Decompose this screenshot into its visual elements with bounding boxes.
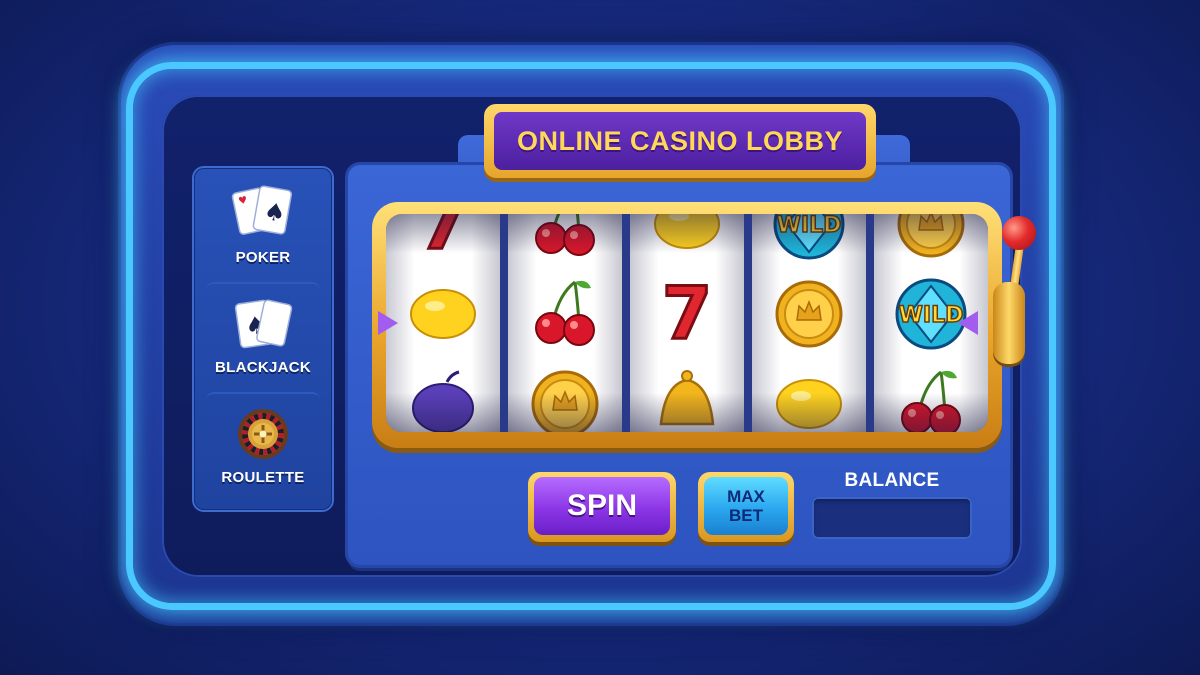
max-bet-label-line1: MAX (727, 487, 765, 506)
coin-icon (769, 272, 849, 357)
sidebar-item-label: ROULETTE (221, 469, 305, 486)
cherry-icon (891, 362, 971, 432)
lever-knob-icon[interactable] (1002, 216, 1036, 250)
svg-text:WILD: WILD (899, 303, 964, 328)
balance-display (812, 497, 972, 539)
spin-button[interactable]: SPIN (528, 472, 676, 542)
spin-button-face[interactable]: SPIN (534, 477, 670, 535)
lever-base[interactable] (993, 282, 1025, 364)
cherry-icon (525, 272, 605, 357)
lemon-icon (769, 362, 849, 432)
slot-reel-1: 7 (386, 214, 500, 432)
slot-reel-4: WILD (752, 214, 866, 432)
spin-label: SPIN (566, 489, 638, 522)
coin-icon (525, 362, 605, 432)
roulette-wheel-icon (238, 409, 288, 459)
plum-icon (403, 362, 483, 432)
sidebar-item-label: POKER (235, 249, 291, 266)
slot-reel-2 (508, 214, 622, 432)
slot-reel-3: 7 (630, 214, 744, 432)
coin-icon (891, 214, 971, 267)
page-title: ONLINE CASINO LOBBY (516, 125, 843, 156)
seven-icon: 7 (403, 214, 483, 267)
svg-text:7: 7 (662, 272, 712, 352)
balance-label: BALANCE (844, 470, 940, 491)
sidebar-item-roulette[interactable]: ROULETTE (206, 392, 320, 496)
svg-text:7: 7 (418, 214, 468, 262)
seven-icon: 7 (647, 270, 727, 357)
max-bet-label-line2: BET (729, 506, 763, 525)
max-bet-button[interactable]: MAX BET (698, 472, 794, 542)
sidebar-item-blackjack[interactable]: ♠ BLACKJACK (206, 282, 320, 386)
reel-window: 7 7 WILD WILD (386, 214, 988, 432)
payline-left-arrow-icon (378, 311, 398, 335)
sidebar-item-poker[interactable]: ♥ ♠ POKER (206, 172, 320, 276)
cherry-icon (525, 214, 605, 267)
lemon-icon (403, 272, 483, 357)
title-plaque-inner: ONLINE CASINO LOBBY (494, 112, 866, 170)
payline-right-arrow-icon (958, 311, 978, 335)
lemon-icon (647, 214, 727, 267)
max-bet-button-face[interactable]: MAX BET (704, 477, 788, 535)
blackjack-cards-icon: ♠ (234, 299, 293, 349)
bell-icon (647, 362, 727, 432)
wild-icon: WILD (769, 214, 849, 267)
sidebar-item-label: BLACKJACK (214, 359, 312, 376)
svg-text:WILD: WILD (777, 214, 842, 238)
playing-cards-icon: ♥ ♠ (231, 185, 293, 235)
game-sidebar: ♥ ♠ POKER ♠ BLACKJACK ROULETTE (194, 168, 332, 510)
